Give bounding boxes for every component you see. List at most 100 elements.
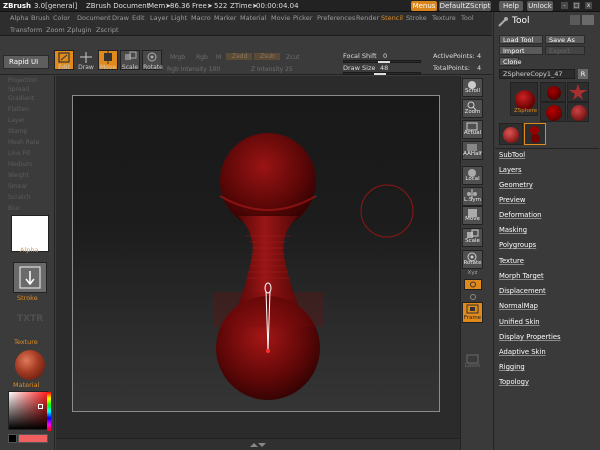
zsub-toggle[interactable]: Zsub	[254, 53, 280, 60]
default-zscript-button[interactable]: DefaultZScript	[439, 1, 491, 11]
morph-target-section[interactable]: Morph Target	[499, 272, 544, 280]
zadd-toggle[interactable]: Zadd	[226, 53, 252, 60]
blur-option[interactable]: Blur	[8, 205, 20, 212]
close-icon[interactable]: x	[584, 1, 593, 10]
normalmap-section[interactable]: NormalMap	[499, 302, 538, 310]
layer-option[interactable]: Layer	[8, 117, 25, 124]
displacement-section[interactable]: Displacement	[499, 287, 546, 295]
layers-section[interactable]: Layers	[499, 166, 522, 174]
display-properties-section[interactable]: Display Properties	[499, 333, 561, 341]
export-button[interactable]: Export	[545, 46, 585, 55]
tool-thumb-sphere-2[interactable]	[540, 102, 566, 122]
menu-tool[interactable]: Tool	[461, 14, 474, 22]
menu-edit[interactable]: Edit	[132, 14, 145, 22]
menu-marker[interactable]: Marker	[214, 14, 236, 22]
medium-option[interactable]: Medium	[8, 161, 32, 168]
tool-thumb-sphere[interactable]	[540, 82, 566, 102]
menu-color[interactable]: Color	[53, 14, 70, 22]
tool-thumb-star[interactable]	[567, 82, 589, 102]
help-button[interactable]: Help	[499, 1, 523, 11]
save-as-button[interactable]: Save As	[545, 35, 585, 44]
reset-r-button[interactable]: R	[578, 69, 588, 79]
menu-zoom[interactable]: Zoom	[46, 26, 65, 34]
m-toggle[interactable]: M	[216, 54, 221, 61]
menu-light[interactable]: Light	[171, 14, 187, 22]
spread-option[interactable]: Spread	[8, 86, 29, 93]
tool-thumb-zsphere-copy[interactable]	[524, 123, 546, 145]
smear-option[interactable]: Smear	[8, 183, 28, 190]
focal-shift-knob[interactable]	[378, 61, 390, 63]
zsphere-model[interactable]	[73, 96, 440, 412]
hue-strip[interactable]	[47, 392, 51, 431]
material-label[interactable]: Material	[13, 381, 39, 389]
menu-render[interactable]: Render	[356, 14, 379, 22]
stamp-option[interactable]: Stamp	[8, 128, 28, 135]
menu-texture[interactable]: Texture	[432, 14, 456, 22]
draw-size-knob[interactable]	[374, 73, 386, 75]
menu-material[interactable]: Material	[240, 14, 266, 22]
menu-picker[interactable]: Picker	[293, 14, 312, 22]
load-tool-button[interactable]: Load Tool	[499, 35, 543, 44]
rapid-ui-button[interactable]: Rapid UI	[3, 55, 49, 69]
preview-section[interactable]: Preview	[499, 196, 525, 204]
rigging-section[interactable]: Rigging	[499, 363, 525, 371]
menu-stroke[interactable]: Stroke	[406, 14, 427, 22]
material-sphere[interactable]	[15, 350, 45, 380]
color-picker[interactable]	[8, 391, 51, 431]
tool-thumb-zsphere[interactable]: ZSphere	[510, 82, 538, 116]
menu-brush[interactable]: Brush	[31, 14, 50, 22]
unused-toggle[interactable]	[468, 293, 478, 301]
weight-option[interactable]: Weight	[8, 172, 29, 179]
polygroups-section[interactable]: Polygroups	[499, 241, 536, 249]
document-canvas[interactable]	[72, 95, 440, 412]
color-picker-cursor[interactable]	[38, 404, 43, 409]
menu-zscript[interactable]: Zscript	[96, 26, 119, 34]
import-button[interactable]: Import	[499, 46, 543, 55]
palette-dock-icon[interactable]	[582, 15, 594, 25]
palette-pin-icon[interactable]	[570, 15, 580, 25]
gradient-option[interactable]: Gradient	[8, 95, 34, 102]
rgb-intensity-slider[interactable]: Rgb Intensity 100	[167, 66, 220, 73]
menu-stencil[interactable]: Stencil	[381, 14, 403, 22]
adaptive-skin-section[interactable]: Adaptive Skin	[499, 348, 546, 356]
collapse-arrows-icon[interactable]	[248, 441, 268, 449]
zcut-toggle[interactable]: Zcut	[286, 54, 300, 61]
draw-size-slider[interactable]	[343, 72, 421, 75]
texture-swatch[interactable]: TXTR	[13, 308, 47, 332]
texture-label[interactable]: Texture	[14, 338, 38, 346]
scratch-option[interactable]: Scratch	[8, 194, 31, 201]
mrgb-toggle[interactable]: Mrgb	[170, 54, 185, 61]
menu-preferences[interactable]: Preferences	[317, 14, 355, 22]
minimize-icon[interactable]: -	[560, 1, 569, 10]
deformation-section[interactable]: Deformation	[499, 211, 541, 219]
texture-section[interactable]: Texture	[499, 257, 524, 265]
maximize-icon[interactable]: □	[572, 1, 581, 10]
menus-button[interactable]: Menus	[411, 1, 437, 11]
menu-alpha[interactable]: Alpha	[10, 14, 28, 22]
main-color-swatch[interactable]	[18, 434, 48, 443]
menu-zplugin[interactable]: Zplugin	[67, 26, 92, 34]
projection-option[interactable]: Projection	[8, 77, 38, 84]
focal-shift-slider[interactable]	[343, 60, 421, 63]
stroke-label[interactable]: Stroke	[17, 294, 38, 302]
tool-thumb-sphere-4[interactable]	[499, 123, 523, 145]
menu-layer[interactable]: Layer	[150, 14, 168, 22]
xyz-symmetry-toggle[interactable]	[464, 279, 482, 290]
mesh-rate-option[interactable]: Mesh Rate	[8, 139, 39, 146]
rgb-toggle[interactable]: Rgb	[196, 54, 208, 61]
tool-thumb-sphere-3[interactable]	[567, 102, 589, 122]
clone-button[interactable]: Clone	[499, 57, 521, 66]
geometry-section[interactable]: Geometry	[499, 181, 533, 189]
unlock-button[interactable]: Unlock	[527, 1, 553, 11]
menu-draw[interactable]: Draw	[112, 14, 129, 22]
current-tool-name[interactable]: ZSphereCopy1_47	[499, 69, 575, 79]
menu-document[interactable]: Document	[77, 14, 111, 22]
menu-transform[interactable]: Transform	[10, 26, 42, 34]
flatten-option[interactable]: Flatten	[8, 106, 29, 113]
masking-section[interactable]: Masking	[499, 226, 527, 234]
tool-palette-handle[interactable]	[496, 16, 510, 28]
unified-skin-section[interactable]: Unified Skin	[499, 318, 540, 326]
secondary-color-swatch[interactable]	[8, 434, 17, 443]
topology-section[interactable]: Topology	[499, 378, 529, 386]
upper-zsphere[interactable]	[220, 133, 316, 229]
